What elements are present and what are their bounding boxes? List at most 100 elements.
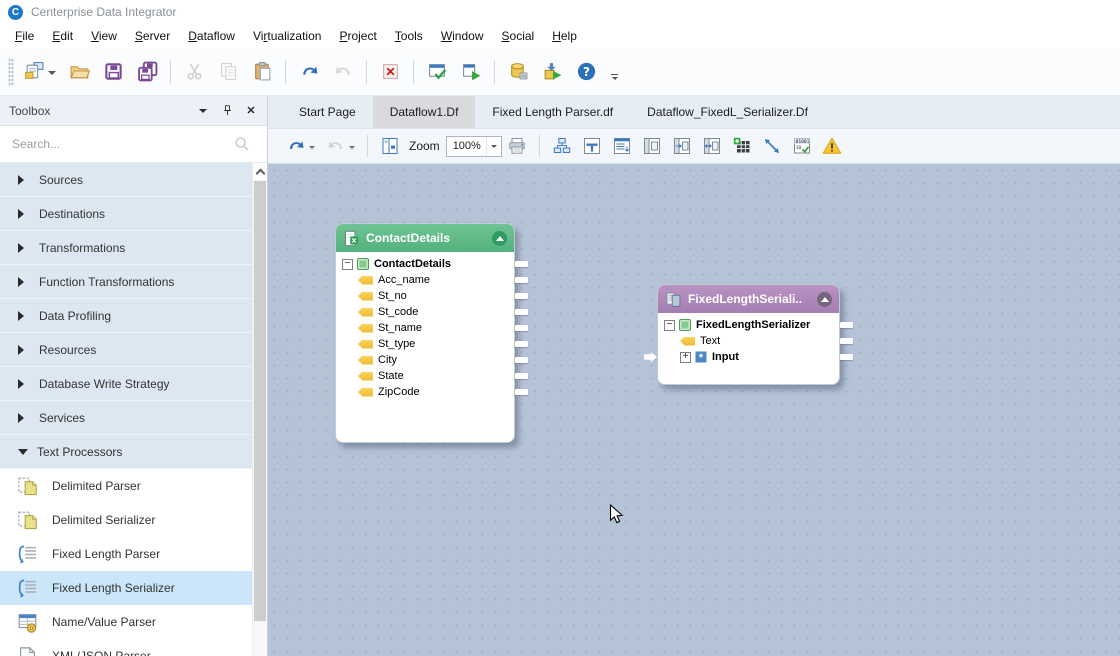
toolbox-category[interactable]: Resources (0, 333, 253, 367)
collapse-node-button[interactable] (817, 292, 832, 307)
auto-map-button[interactable] (699, 133, 725, 159)
toolbox-item[interactable]: Delimited Serializer (0, 503, 253, 537)
save-all-button[interactable] (133, 58, 161, 86)
expand-collapse-nodes-button[interactable] (609, 133, 635, 159)
auto-layout-button[interactable] (377, 133, 403, 159)
menu-item[interactable]: View (82, 26, 126, 46)
tree-row[interactable]: Acc_name (336, 272, 514, 288)
toolbox-category[interactable]: Text Processors (0, 435, 253, 469)
output-port[interactable] (515, 261, 528, 267)
window-position-menu-button[interactable] (196, 104, 210, 118)
output-port[interactable] (515, 373, 528, 379)
tree-row[interactable]: St_no (336, 288, 514, 304)
redo-button[interactable] (329, 58, 357, 86)
output-port[interactable] (515, 325, 528, 331)
scrollbar-up-button[interactable] (253, 163, 267, 180)
tree-row[interactable]: St_type (336, 336, 514, 352)
menu-item[interactable]: Edit (43, 26, 82, 46)
contactdetails-node[interactable]: ContactDetails ContactDetails (335, 223, 515, 443)
output-port[interactable] (840, 322, 853, 328)
toolbox-category[interactable]: Destinations (0, 197, 253, 231)
output-port[interactable] (515, 341, 528, 347)
expander-icon[interactable] (680, 352, 691, 363)
scrollbar-thumb[interactable] (254, 181, 266, 621)
undo-button[interactable] (295, 58, 323, 86)
redo-button[interactable] (322, 133, 358, 159)
start-dataflow-button[interactable] (457, 58, 485, 86)
tree-row[interactable]: ZipCode (336, 384, 514, 400)
toolbox-category[interactable]: Function Transformations (0, 265, 253, 299)
fixedlengthserializer-node[interactable]: FixedLengthSeriali.. FixedLengthSerializ… (657, 284, 840, 385)
show-warnings-button[interactable] (819, 133, 845, 159)
output-port[interactable] (515, 293, 528, 299)
tree-row[interactable]: Text (658, 333, 839, 349)
tree-row[interactable]: State (336, 368, 514, 384)
expander-icon[interactable] (664, 320, 675, 331)
toolbox-item[interactable]: Fixed Length Parser (0, 537, 253, 571)
verify-dataflow-button[interactable] (423, 58, 451, 86)
node-header[interactable]: FixedLengthSeriali.. (658, 285, 839, 313)
tree-row[interactable]: FixedLengthSerializer (658, 317, 839, 333)
search-input[interactable] (12, 137, 222, 151)
preview-data-button[interactable] (789, 133, 815, 159)
document-tab[interactable]: Fixed Length Parser.df (475, 96, 630, 128)
menu-item[interactable]: Tools (386, 26, 432, 46)
menu-item[interactable]: Server (126, 26, 179, 46)
tree-row[interactable]: Input (658, 349, 839, 365)
help-button[interactable] (572, 58, 600, 86)
show-ports-button[interactable] (639, 133, 665, 159)
toolbox-category[interactable]: Sources (0, 163, 253, 197)
close-toolbox-button[interactable] (244, 104, 258, 118)
output-port[interactable] (515, 309, 528, 315)
print-button[interactable] (504, 133, 530, 159)
input-port[interactable] (644, 352, 657, 362)
copy-button[interactable] (214, 58, 242, 86)
expander-icon[interactable] (342, 259, 353, 270)
new-button[interactable] (21, 58, 59, 86)
toolbox-category[interactable]: Services (0, 401, 253, 435)
vertical-layout-button[interactable] (579, 133, 605, 159)
link-elements-button[interactable] (669, 133, 695, 159)
output-port[interactable] (515, 277, 528, 283)
toolbox-item[interactable]: XML/JSON Parser (0, 639, 253, 656)
save-button[interactable] (99, 58, 127, 86)
toolbox-category[interactable]: Transformations (0, 231, 253, 265)
toolbar-overflow-button[interactable] (611, 74, 618, 83)
document-tab[interactable]: Dataflow1.Df (373, 96, 476, 128)
cut-button[interactable] (180, 58, 208, 86)
auto-hide-pin-button[interactable] (220, 104, 234, 118)
toolbar-grip[interactable] (8, 58, 14, 86)
delete-button[interactable] (376, 58, 404, 86)
document-tab[interactable]: Dataflow_FixedL_Serializer.Df (630, 96, 825, 128)
menu-item[interactable]: Window (432, 26, 493, 46)
menu-item[interactable]: Dataflow (179, 26, 244, 46)
add-grid-button[interactable] (729, 133, 755, 159)
tree-row[interactable]: ContactDetails (336, 256, 514, 272)
collapse-node-button[interactable] (492, 231, 507, 246)
open-button[interactable] (65, 58, 93, 86)
menu-item[interactable]: Virtualization (244, 26, 331, 46)
toolbox-category[interactable]: Database Write Strategy (0, 367, 253, 401)
output-port[interactable] (840, 354, 853, 360)
menu-item[interactable]: Help (543, 26, 586, 46)
draw-link-button[interactable] (759, 133, 785, 159)
toolbox-item[interactable]: Name/Value Parser (0, 605, 253, 639)
menu-item[interactable]: Project (330, 26, 385, 46)
toolbox-item[interactable]: Fixed Length Serializer (0, 571, 253, 605)
menu-item[interactable]: Social (493, 26, 544, 46)
job-schedule-button[interactable] (504, 58, 532, 86)
tree-row[interactable]: St_name (336, 320, 514, 336)
toolbox-item[interactable]: Delimited Parser (0, 469, 253, 503)
node-header[interactable]: ContactDetails (336, 224, 514, 252)
zoom-level-select[interactable]: 100% (446, 136, 502, 157)
dataflow-canvas[interactable]: ContactDetails ContactDetails (268, 164, 1120, 656)
toolbox-category[interactable]: Data Profiling (0, 299, 253, 333)
document-tab[interactable]: Start Page (282, 96, 373, 128)
output-port[interactable] (840, 338, 853, 344)
tree-row[interactable]: St_code (336, 304, 514, 320)
undo-button[interactable] (282, 133, 318, 159)
deploy-button[interactable] (538, 58, 566, 86)
menu-item[interactable]: File (6, 26, 43, 46)
horizontal-layout-button[interactable] (549, 133, 575, 159)
output-port[interactable] (515, 357, 528, 363)
